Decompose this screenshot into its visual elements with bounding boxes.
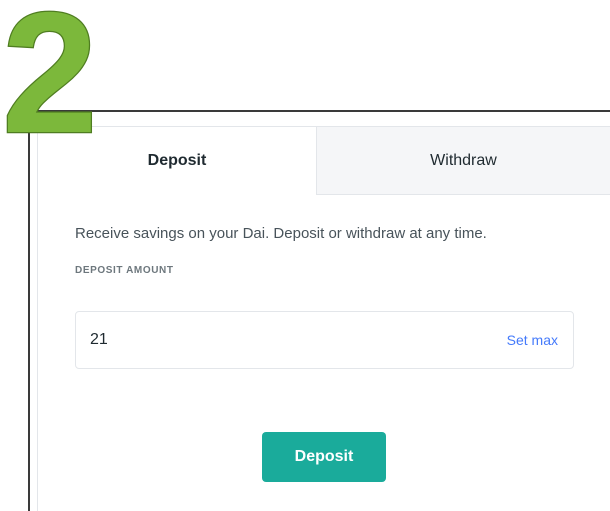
set-max-link[interactable]: Set max [507,332,558,348]
tab-bar: Deposit Withdraw [38,127,610,195]
tab-withdraw[interactable]: Withdraw [316,127,610,195]
step-number: 2 [2,0,98,140]
deposit-amount-label: DEPOSIT AMOUNT [75,265,174,276]
tab-deposit-label: Deposit [147,152,207,169]
savings-card: Deposit Withdraw Receive savings on your… [37,126,610,511]
tab-withdraw-label: Withdraw [430,151,497,169]
deposit-button[interactable]: Deposit [262,432,386,482]
description-text: Receive savings on your Dai. Deposit or … [75,225,487,242]
deposit-amount-field: Set max [75,311,574,369]
deposit-amount-input[interactable] [90,326,450,354]
divider-line-left [28,110,30,511]
step-number-graphic: 2 [1,0,99,140]
